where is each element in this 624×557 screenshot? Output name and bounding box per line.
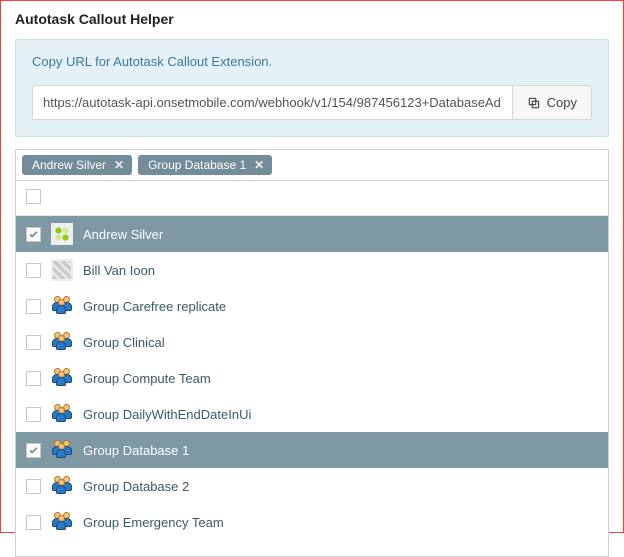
copy-button[interactable]: Copy	[512, 86, 591, 119]
copy-button-label: Copy	[547, 95, 577, 110]
list-item-checkbox[interactable]	[26, 479, 41, 494]
list-item-label: Group Database 2	[83, 479, 189, 494]
list-item[interactable]: Group Database 2	[16, 468, 608, 504]
tag-label: Group Database 1	[148, 158, 246, 172]
list-item-label: Bill Van Ioon	[83, 263, 155, 278]
list-scroll-area[interactable]: Andrew Silver Bill Van Ioon Group Carefree…	[16, 216, 608, 556]
page-title: Autotask Callout Helper	[1, 1, 623, 35]
list-item[interactable]: Group Clinical	[16, 324, 608, 360]
list-item[interactable]: Group Carefree replicate	[16, 288, 608, 324]
group-icon	[51, 367, 73, 389]
list-item-label: Group Carefree replicate	[83, 299, 226, 314]
group-icon	[51, 511, 73, 533]
list-item-checkbox[interactable]	[26, 227, 41, 242]
list-item-checkbox[interactable]	[26, 371, 41, 386]
list-item-checkbox[interactable]	[26, 443, 41, 458]
tag-remove-icon[interactable]: ✕	[114, 158, 124, 172]
selected-tag: Andrew Silver ✕	[22, 155, 132, 175]
list-item-checkbox[interactable]	[26, 299, 41, 314]
copy-icon	[527, 96, 541, 110]
select-all-checkbox[interactable]	[26, 189, 41, 204]
url-input[interactable]	[33, 86, 512, 119]
group-icon	[51, 475, 73, 497]
group-icon	[51, 403, 73, 425]
group-icon	[51, 331, 73, 353]
user-avatar-icon	[51, 223, 73, 245]
list-item[interactable]: Bill Van Ioon	[16, 252, 608, 288]
group-icon	[51, 295, 73, 317]
list-item-label: Group DailyWithEndDateInUi	[83, 407, 251, 422]
select-all-row	[16, 181, 608, 216]
list-container: Andrew Silver ✕ Group Database 1 ✕ Andrew S…	[15, 149, 609, 557]
list-item-label: Group Database 1	[83, 443, 189, 458]
list-item[interactable]: Group Emergency Team	[16, 504, 608, 540]
list-item-label: Andrew Silver	[83, 227, 163, 242]
list-item-checkbox[interactable]	[26, 407, 41, 422]
list-item-label: Group Emergency Team	[83, 515, 224, 530]
list-item-label: Group Clinical	[83, 335, 165, 350]
list-item-checkbox[interactable]	[26, 515, 41, 530]
tag-bar: Andrew Silver ✕ Group Database 1 ✕	[16, 150, 608, 181]
info-text: Copy URL for Autotask Callout Extension.	[32, 54, 592, 69]
list-item[interactable]: Group DailyWithEndDateInUi	[16, 396, 608, 432]
info-panel: Copy URL for Autotask Callout Extension.…	[15, 39, 609, 137]
tag-remove-icon[interactable]: ✕	[254, 158, 264, 172]
selected-tag: Group Database 1 ✕	[138, 155, 272, 175]
list-item-label: Group Compute Team	[83, 371, 211, 386]
user-avatar-icon	[51, 259, 73, 281]
url-row: Copy	[32, 85, 592, 120]
group-icon	[51, 439, 73, 461]
list-item[interactable]: Group Compute Team	[16, 360, 608, 396]
list-item-checkbox[interactable]	[26, 335, 41, 350]
tag-label: Andrew Silver	[32, 158, 106, 172]
list-item[interactable]: Group Database 1	[16, 432, 608, 468]
list-item-checkbox[interactable]	[26, 263, 41, 278]
list-item[interactable]: Andrew Silver	[16, 216, 608, 252]
